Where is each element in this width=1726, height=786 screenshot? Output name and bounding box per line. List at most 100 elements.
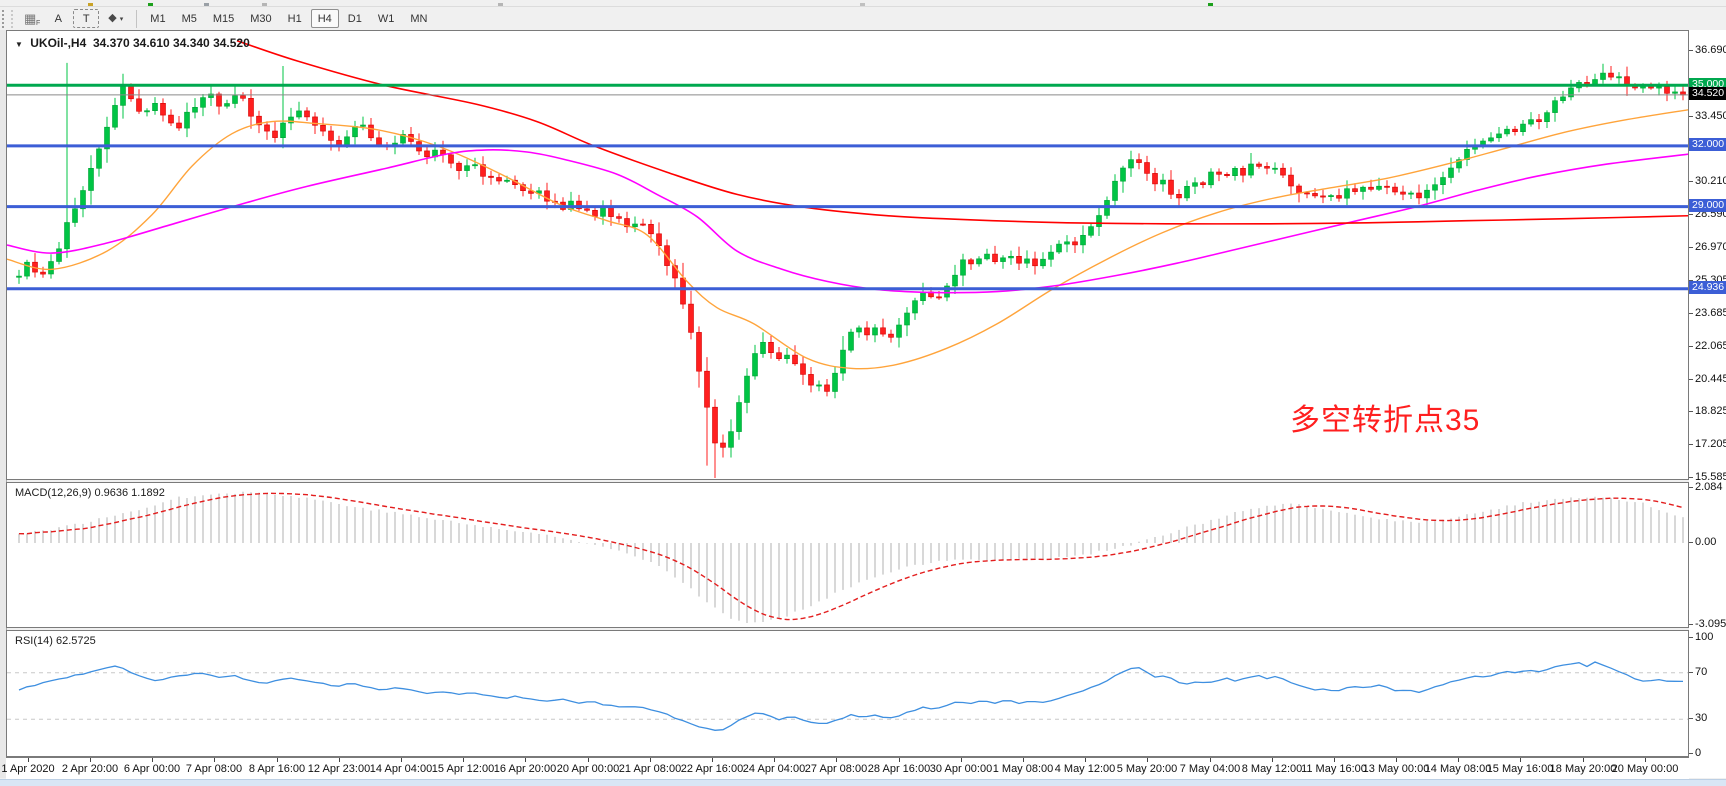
time-tick [1583, 758, 1584, 762]
time-tick [836, 758, 837, 762]
toolbar-fragment [1208, 3, 1213, 6]
price-tick-18.825: 18.825 [1689, 405, 1726, 417]
timeframe-button-m5[interactable]: M5 [175, 9, 204, 28]
toolbar-separator [136, 10, 137, 28]
timeframe-button-h1[interactable]: H1 [281, 9, 309, 28]
time-tick [774, 758, 775, 762]
time-tick [1396, 758, 1397, 762]
time-tick [1210, 758, 1211, 762]
time-tick [1458, 758, 1459, 762]
macd-chart-canvas[interactable] [7, 483, 1688, 627]
macd-tick-0.00: 0.00 [1689, 536, 1726, 548]
time-tick [1085, 758, 1086, 762]
toolbar-fragment [262, 3, 267, 6]
toolbar-fragment [148, 3, 153, 6]
timeframe-button-m15[interactable]: M15 [206, 9, 241, 28]
price-tick-30.210: 30.210 [1689, 175, 1726, 187]
time-tick [463, 758, 464, 762]
price-tick-22.065: 22.065 [1689, 340, 1726, 352]
rsi-line [19, 662, 1683, 730]
macd-tick--3.0957: -3.0957 [1689, 618, 1726, 630]
toolbar-fragment [204, 3, 209, 6]
timeframe-button-d1[interactable]: D1 [341, 9, 369, 28]
toolbar-fragment [88, 3, 93, 6]
rsi-tick-0: 0 [1689, 747, 1726, 759]
time-label: 20 Apr 00:00 [557, 763, 619, 775]
time-label: 7 Apr 08:00 [186, 763, 242, 775]
time-label: 15 May 16:00 [1487, 763, 1554, 775]
time-label: 6 Apr 00:00 [124, 763, 180, 775]
price-tick-36.690: 36.690 [1689, 44, 1726, 56]
symbol-dropdown-icon[interactable]: ▼ [15, 40, 23, 49]
price-badge-29.000: 29.000 [1689, 199, 1726, 212]
time-label: 13 May 00:00 [1363, 763, 1430, 775]
timeframe-button-w1[interactable]: W1 [371, 9, 402, 28]
price-badge-24.936: 24.936 [1689, 281, 1726, 294]
time-label: 18 May 20:00 [1550, 763, 1617, 775]
time-label: 14 Apr 04:00 [370, 763, 432, 775]
styles-button[interactable]: ◆ ▾ [101, 9, 130, 28]
time-tick [650, 758, 651, 762]
text-tool-label: T [83, 13, 90, 25]
time-tick [712, 758, 713, 762]
time-tick [1520, 758, 1521, 762]
timeframe-button-mn[interactable]: MN [403, 9, 434, 28]
price-tick-26.970: 26.970 [1689, 241, 1726, 253]
chevron-down-icon: ▾ [120, 15, 124, 23]
status-strip [0, 779, 1726, 786]
time-tick [1334, 758, 1335, 762]
price-axis[interactable]: 36.69033.45030.21028.59026.97025.30523.6… [1689, 30, 1726, 778]
price-tick-33.450: 33.450 [1689, 110, 1726, 122]
price-tick-17.205: 17.205 [1689, 438, 1726, 450]
time-label: 20 May 00:00 [1612, 763, 1679, 775]
time-label: 15 Apr 12:00 [432, 763, 494, 775]
time-label: 21 Apr 08:00 [619, 763, 681, 775]
arrow-tool-label: A [55, 13, 62, 25]
time-label: 11 May 16:00 [1301, 763, 1367, 775]
timeframe-strip: M1M5M15M30H1H4D1W1MN [142, 9, 435, 29]
time-label: 22 Apr 16:00 [681, 763, 743, 775]
time-label: 30 Apr 00:00 [930, 763, 992, 775]
macd-tick-2.084: 2.084 [1689, 481, 1726, 493]
rsi-chart-canvas[interactable] [7, 631, 1688, 756]
time-label: 24 Apr 04:00 [743, 763, 805, 775]
price-badge-34.520: 34.520 [1689, 87, 1726, 100]
timeframe-button-h4[interactable]: H4 [311, 9, 339, 28]
time-label: 1 Apr 2020 [1, 763, 54, 775]
time-label: 7 May 04:00 [1180, 763, 1241, 775]
text-tool-button[interactable]: T [73, 9, 99, 28]
time-tick [899, 758, 900, 762]
time-tick [152, 758, 153, 762]
main-chart-panel[interactable]: ▼ UKOil-,H4 34.370 34.610 34.340 34.520 … [6, 30, 1689, 480]
top-toolbar-fragment-row [0, 0, 1726, 7]
macd-indicator-panel[interactable]: MACD(12,26,9) 0.9636 1.1892 [6, 482, 1689, 628]
time-axis[interactable]: 1 Apr 20202 Apr 20:006 Apr 00:007 Apr 08… [6, 757, 1689, 779]
mt4-window: ▦ F A T ◆ ▾ M1M5M15M30H1H4D1W1MN ▼ UKOil… [0, 0, 1726, 786]
moving-averages-layer [7, 41, 1688, 369]
ma_red-line [237, 41, 1688, 224]
macd-label: MACD(12,26,9) 0.9636 1.1892 [15, 487, 165, 499]
chart-title-symbol: UKOil-,H4 [30, 36, 86, 50]
time-label: 12 Apr 23:00 [308, 763, 370, 775]
arrow-tool-button[interactable]: A [45, 9, 71, 28]
time-tick [339, 758, 340, 762]
rsi-label: RSI(14) 62.5725 [15, 635, 96, 647]
toolbar-grip[interactable] [2, 10, 13, 28]
time-label: 27 Apr 08:00 [805, 763, 867, 775]
toolbar-fragment [498, 3, 503, 6]
time-label: 5 May 20:00 [1117, 763, 1178, 775]
price-tick-20.445: 20.445 [1689, 373, 1726, 385]
time-tick [1023, 758, 1024, 762]
rsi-tick-30: 30 [1689, 712, 1726, 724]
time-label: 2 Apr 20:00 [62, 763, 118, 775]
chart-grid-button[interactable]: ▦ F [17, 9, 43, 28]
timeframe-button-m1[interactable]: M1 [143, 9, 172, 28]
time-tick [588, 758, 589, 762]
macd-histogram-layer [19, 492, 1683, 623]
timeframe-button-m30[interactable]: M30 [243, 9, 278, 28]
rsi-indicator-panel[interactable]: RSI(14) 62.5725 [6, 630, 1689, 757]
time-tick [1147, 758, 1148, 762]
grid-button-badge: F [36, 20, 40, 27]
price-badge-32.000: 32.000 [1689, 138, 1726, 151]
toolbar-fragment [860, 3, 865, 6]
